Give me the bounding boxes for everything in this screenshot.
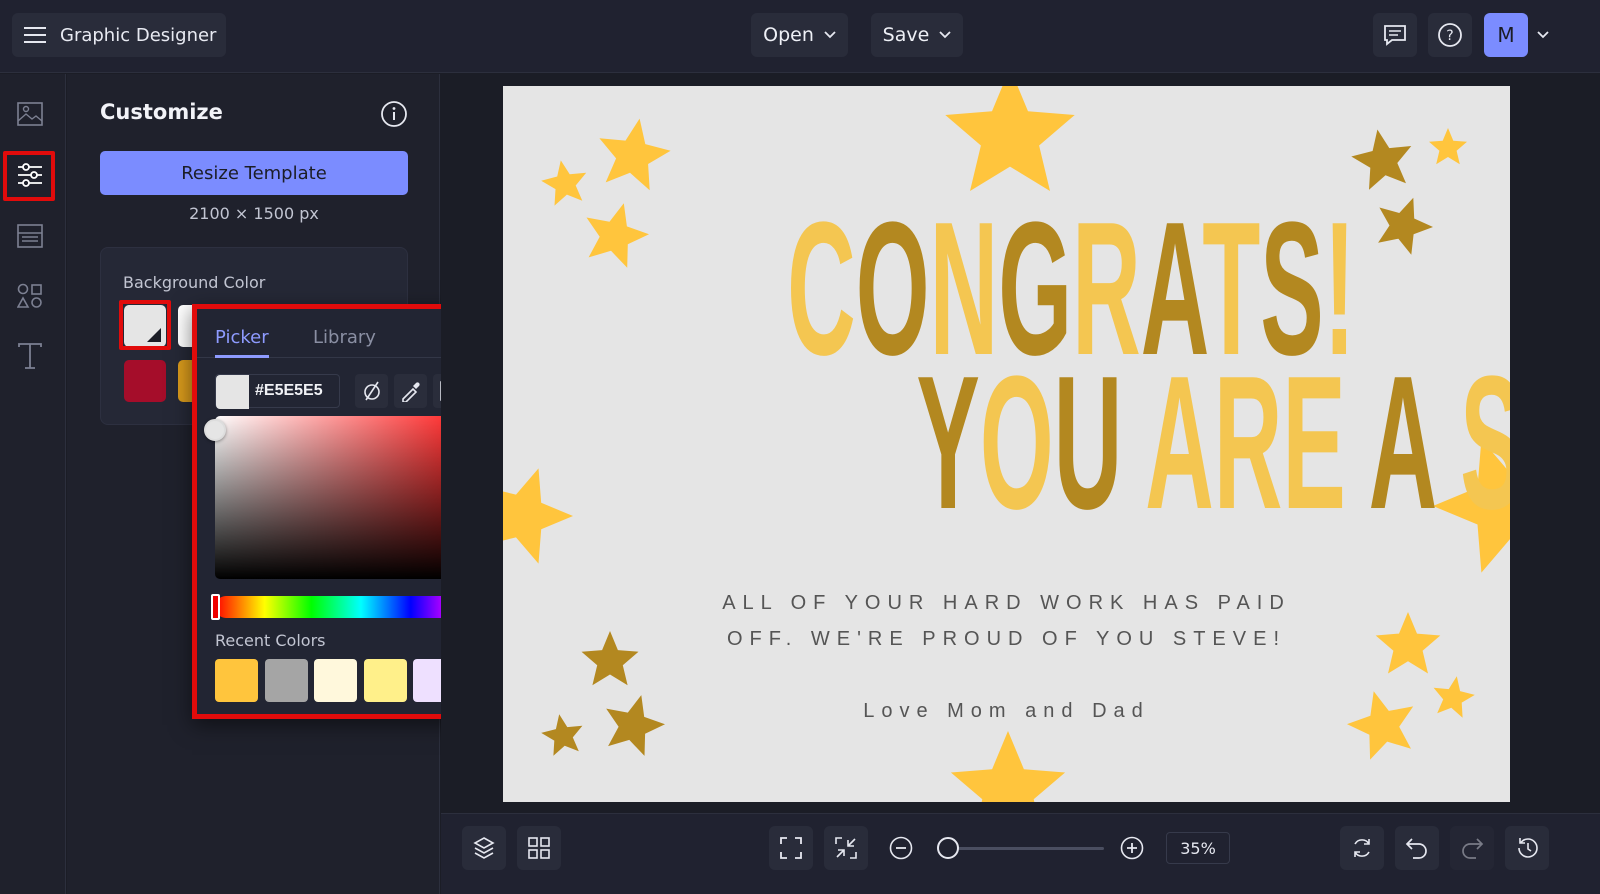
layout-icon [17, 224, 43, 248]
no-color-button[interactable] [355, 374, 388, 408]
background-color-label: Background Color [123, 273, 266, 292]
resize-template-button[interactable]: Resize Template [100, 151, 408, 195]
recent-color-swatch[interactable] [264, 659, 308, 702]
headline-letter [1434, 337, 1460, 549]
recent-color-swatch[interactable] [363, 659, 407, 702]
headline-letter: A [1368, 337, 1434, 549]
star-shape [1351, 129, 1412, 190]
minus-circle-icon [889, 836, 913, 860]
rail-text[interactable] [6, 332, 54, 380]
fullscreen-button[interactable] [769, 826, 813, 870]
reset-button[interactable] [1340, 826, 1384, 870]
history-icon [1518, 838, 1538, 858]
headline-letter: Y [916, 337, 980, 549]
open-label: Open [763, 24, 814, 46]
rail-graphics[interactable] [6, 272, 54, 320]
hex-preview-swatch [216, 375, 249, 409]
star-shape [1429, 128, 1467, 165]
app-title: Graphic Designer [60, 24, 217, 46]
headline-letter: R [1213, 337, 1283, 549]
save-button[interactable]: Save [871, 13, 963, 57]
panel-title: Customize [100, 100, 223, 124]
top-bar: Graphic Designer Open Save ? M [0, 0, 1600, 73]
open-button[interactable]: Open [751, 13, 848, 57]
hue-handle[interactable] [211, 594, 220, 620]
chevron-down-icon [824, 31, 836, 39]
headline-letter [1122, 337, 1145, 549]
save-label: Save [882, 24, 930, 46]
grid-view-icon [528, 837, 550, 859]
star-shape [950, 731, 1066, 802]
signature: Love Mom and Dad [863, 700, 1150, 722]
headline-line-2-text: YOU ARE A STAR! [916, 348, 1510, 538]
headline-letter: S [1460, 337, 1510, 549]
headline-letter: E [1282, 337, 1346, 549]
redo-icon [1462, 838, 1484, 859]
avatar-initial: M [1497, 23, 1515, 47]
rail-layouts[interactable] [6, 212, 54, 260]
headline-letter: A [1145, 337, 1214, 549]
undo-button[interactable] [1395, 826, 1439, 870]
hex-value: #E5E5E5 [255, 382, 323, 399]
help-icon: ? [1438, 23, 1462, 47]
star-shape [599, 118, 671, 191]
zoom-level[interactable]: 35% [1166, 832, 1230, 864]
recent-color-swatch[interactable] [215, 659, 258, 702]
app-menu-button[interactable]: Graphic Designer [12, 13, 226, 57]
template-dimensions: 2100 × 1500 px [189, 204, 319, 223]
message-line-2: OFF. WE'RE PROUD OF YOU STEVE! [726, 628, 1287, 650]
tab-picker[interactable]: Picker [215, 327, 269, 348]
hamburger-icon [24, 27, 46, 43]
zoom-out-button[interactable] [879, 826, 923, 870]
plus-circle-icon [1120, 836, 1144, 860]
swatch-highlight [119, 300, 171, 350]
recent-color-swatch[interactable] [314, 659, 357, 702]
layers-button[interactable] [462, 826, 506, 870]
rail-photos[interactable] [6, 90, 54, 138]
fit-to-screen-button[interactable] [824, 826, 868, 870]
chevron-down-icon [939, 31, 951, 39]
design-canvas[interactable]: CONGRATS! YOU ARE A STAR! ALL OF YOUR HA… [503, 86, 1510, 802]
svg-text:?: ? [1446, 28, 1453, 44]
comments-button[interactable] [1373, 13, 1417, 57]
image-icon [17, 102, 43, 126]
info-icon[interactable] [380, 100, 408, 128]
eyedropper-icon [401, 382, 420, 402]
headline-line-2: YOU ARE A STAR! [503, 348, 1510, 538]
refresh-icon [1354, 839, 1370, 857]
zoom-slider[interactable] [937, 837, 1104, 859]
help-button[interactable]: ? [1428, 13, 1472, 57]
expand-icon [780, 837, 802, 859]
headline-letter: U [1053, 337, 1123, 549]
headline-letter: O [979, 337, 1054, 549]
customize-highlight [3, 151, 55, 201]
shapes-icon [17, 283, 42, 308]
headline-letter [1346, 337, 1369, 549]
eyedropper-button[interactable] [394, 374, 427, 408]
bottom-toolbar: 35% [441, 813, 1600, 894]
recent-colors-label: Recent Colors [215, 631, 326, 650]
tool-rail [0, 74, 66, 894]
tab-library[interactable]: Library [313, 327, 376, 348]
avatar[interactable]: M [1484, 13, 1528, 57]
comment-icon [1384, 25, 1406, 46]
saturation-handle[interactable] [204, 419, 226, 441]
zoom-in-button[interactable] [1110, 826, 1154, 870]
grid-view-button[interactable] [517, 826, 561, 870]
shrink-icon [835, 837, 857, 859]
star-shape [541, 160, 587, 206]
hex-input[interactable]: #E5E5E5 [215, 374, 340, 409]
text-icon [18, 343, 42, 369]
red-swatch[interactable] [124, 360, 166, 402]
active-tab-indicator [215, 355, 269, 358]
zoom-slider-knob[interactable] [937, 837, 959, 859]
history-button[interactable] [1505, 826, 1549, 870]
account-chevron-down-icon[interactable] [1537, 31, 1549, 39]
redo-button[interactable] [1450, 826, 1494, 870]
no-color-icon [363, 381, 380, 401]
undo-icon [1405, 838, 1427, 859]
layers-icon [473, 837, 495, 859]
message-line-1: ALL OF YOUR HARD WORK HAS PAID [722, 592, 1291, 614]
star-shape [945, 86, 1075, 191]
